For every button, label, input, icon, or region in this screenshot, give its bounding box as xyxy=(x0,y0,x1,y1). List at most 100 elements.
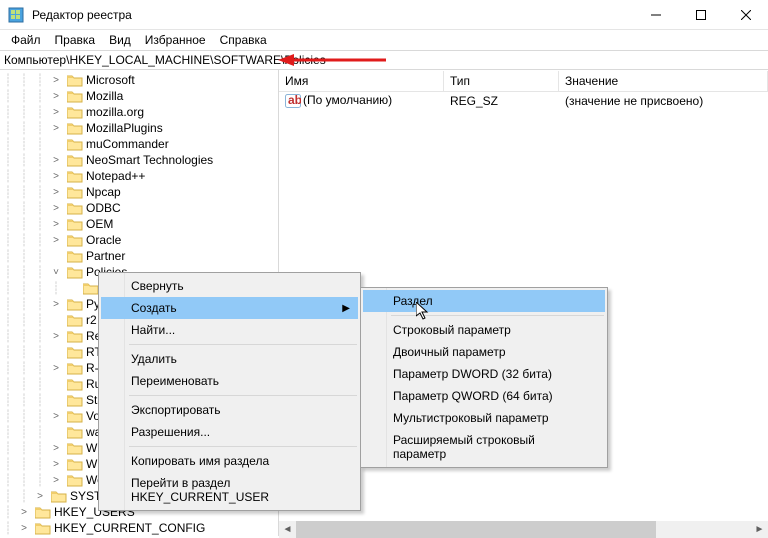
tree-item[interactable]: ┊┊┊˃Mozilla xyxy=(0,88,278,104)
folder-icon xyxy=(67,138,83,151)
tree-toggle-icon[interactable]: ˃ xyxy=(48,104,64,120)
tree-toggle-icon[interactable] xyxy=(48,312,64,328)
context-menu-item[interactable]: Двоичный параметр xyxy=(363,341,605,363)
menu-item[interactable]: Справка xyxy=(213,31,274,49)
tree-toggle-icon[interactable]: ˃ xyxy=(48,232,64,248)
list-row[interactable]: ab(По умолчанию)REG_SZ(значение не присв… xyxy=(279,92,768,109)
tree-item[interactable]: ┊┊┊˃Npcap xyxy=(0,184,278,200)
menu-item-label: Разрешения... xyxy=(131,425,210,439)
tree-toggle-icon[interactable] xyxy=(48,248,64,264)
close-button[interactable] xyxy=(723,0,768,30)
tree-label: MozillaPlugins xyxy=(86,121,163,135)
context-submenu: Раздел Строковый параметр Двоичный парамет… xyxy=(360,287,608,468)
folder-icon xyxy=(67,378,83,391)
tree-toggle-icon[interactable] xyxy=(48,424,64,440)
address-input[interactable] xyxy=(4,53,764,67)
tree-item[interactable]: ┊┊┊˃ODBC xyxy=(0,200,278,216)
tree-item[interactable]: ┊˃HKEY_CURRENT_CONFIG xyxy=(0,520,278,536)
svg-text:ab: ab xyxy=(288,94,301,107)
menu-separator xyxy=(129,344,357,345)
context-menu-item[interactable]: Разрешения... xyxy=(101,421,358,443)
folder-icon xyxy=(67,394,83,407)
tree-toggle-icon[interactable] xyxy=(64,280,80,296)
context-menu-item[interactable]: Копировать имя раздела xyxy=(101,450,358,472)
context-menu-item[interactable]: Строковый параметр xyxy=(363,319,605,341)
tree-toggle-icon[interactable]: ˃ xyxy=(48,440,64,456)
tree-toggle-icon[interactable]: ˃ xyxy=(48,328,64,344)
tree-toggle-icon[interactable]: ˃ xyxy=(48,216,64,232)
minimize-button[interactable] xyxy=(633,0,678,30)
folder-icon xyxy=(67,234,83,247)
tree-toggle-icon[interactable]: ˃ xyxy=(16,520,32,536)
tree-toggle-icon[interactable] xyxy=(48,392,64,408)
tree-item[interactable]: ┊┊┊˃mozilla.org xyxy=(0,104,278,120)
col-header-name[interactable]: Имя xyxy=(279,71,444,91)
menu-item-label: Строковый параметр xyxy=(393,323,511,337)
col-header-type[interactable]: Тип xyxy=(444,71,559,91)
tree-toggle-icon[interactable]: ˃ xyxy=(48,200,64,216)
tree-toggle-icon[interactable]: ˃ xyxy=(48,472,64,488)
tree-item[interactable]: ┊┊┊˃Microsoft xyxy=(0,72,278,88)
tree-item[interactable]: ┊┊┊˃NeoSmart Technologies xyxy=(0,152,278,168)
context-menu-item[interactable]: Удалить xyxy=(101,348,358,370)
context-menu-item[interactable]: Переименовать xyxy=(101,370,358,392)
tree-toggle-icon[interactable]: ˃ xyxy=(48,152,64,168)
context-menu-item[interactable]: Найти... xyxy=(101,319,358,341)
horizontal-scrollbar[interactable]: ◄ ► xyxy=(279,521,768,538)
tree-item[interactable]: ┊┊┊˃Oracle xyxy=(0,232,278,248)
tree-toggle-icon[interactable]: ˅ xyxy=(48,264,64,280)
tree-toggle-icon[interactable]: ˃ xyxy=(48,296,64,312)
scroll-left-button[interactable]: ◄ xyxy=(279,521,296,538)
tree-item[interactable]: ┊┊┊˃OEM xyxy=(0,216,278,232)
folder-icon xyxy=(67,106,83,119)
context-menu-item[interactable]: Свернуть xyxy=(101,275,358,297)
context-menu-item[interactable]: Перейти в раздел HKEY_CURRENT_USER xyxy=(101,472,358,508)
tree-toggle-icon[interactable] xyxy=(48,136,64,152)
menu-item[interactable]: Файл xyxy=(4,31,48,49)
context-menu-item[interactable]: Мультистроковый параметр xyxy=(363,407,605,429)
context-menu: СвернутьСоздать▶Найти... Удалить Переимено… xyxy=(98,272,361,511)
context-menu-item[interactable]: Экспортировать xyxy=(101,399,358,421)
menu-item[interactable]: Избранное xyxy=(138,31,213,49)
scroll-right-button[interactable]: ► xyxy=(751,521,768,538)
scroll-thumb[interactable] xyxy=(296,521,656,538)
tree-toggle-icon[interactable] xyxy=(48,344,64,360)
tree-toggle-icon[interactable]: ˃ xyxy=(48,168,64,184)
tree-item[interactable]: ┊┊┊˃Notepad++ xyxy=(0,168,278,184)
tree-toggle-icon[interactable]: ˃ xyxy=(48,360,64,376)
menu-item[interactable]: Правка xyxy=(48,31,103,49)
tree-toggle-icon[interactable]: ˃ xyxy=(48,88,64,104)
tree-toggle-icon[interactable] xyxy=(48,376,64,392)
col-header-value[interactable]: Значение xyxy=(559,71,768,91)
context-menu-item[interactable]: Раздел xyxy=(363,290,605,312)
tree-label: Partner xyxy=(86,249,125,263)
tree-toggle-icon[interactable]: ˃ xyxy=(32,488,48,504)
menu-item-label: Параметр DWORD (32 бита) xyxy=(393,367,552,381)
tree-toggle-icon[interactable]: ˃ xyxy=(48,72,64,88)
folder-icon xyxy=(35,522,51,535)
folder-icon xyxy=(67,314,83,327)
menu-separator xyxy=(129,395,357,396)
tree-toggle-icon[interactable]: ˃ xyxy=(48,184,64,200)
folder-icon xyxy=(67,410,83,423)
tree-item[interactable]: ┊┊┊Partner xyxy=(0,248,278,264)
context-menu-item[interactable]: Параметр DWORD (32 бита) xyxy=(363,363,605,385)
menu-item[interactable]: Вид xyxy=(102,31,138,49)
maximize-button[interactable] xyxy=(678,0,723,30)
tree-item[interactable]: ┊┊┊muCommander xyxy=(0,136,278,152)
context-menu-item[interactable]: Расширяемый строковый параметр xyxy=(363,429,605,465)
tree-toggle-icon[interactable]: ˃ xyxy=(16,504,32,520)
menu-item-label: Удалить xyxy=(131,352,177,366)
folder-icon xyxy=(67,154,83,167)
folder-icon xyxy=(67,266,83,279)
context-menu-item[interactable]: Параметр QWORD (64 бита) xyxy=(363,385,605,407)
tree-label: ODBC xyxy=(86,201,121,215)
tree-label: Notepad++ xyxy=(86,169,145,183)
tree-toggle-icon[interactable]: ˃ xyxy=(48,120,64,136)
tree-toggle-icon[interactable]: ˃ xyxy=(48,456,64,472)
folder-icon xyxy=(67,458,83,471)
tree-item[interactable]: ┊┊┊˃MozillaPlugins xyxy=(0,120,278,136)
tree-toggle-icon[interactable]: ˃ xyxy=(48,408,64,424)
value-type: REG_SZ xyxy=(446,94,561,108)
context-menu-item[interactable]: Создать▶ xyxy=(101,297,358,319)
